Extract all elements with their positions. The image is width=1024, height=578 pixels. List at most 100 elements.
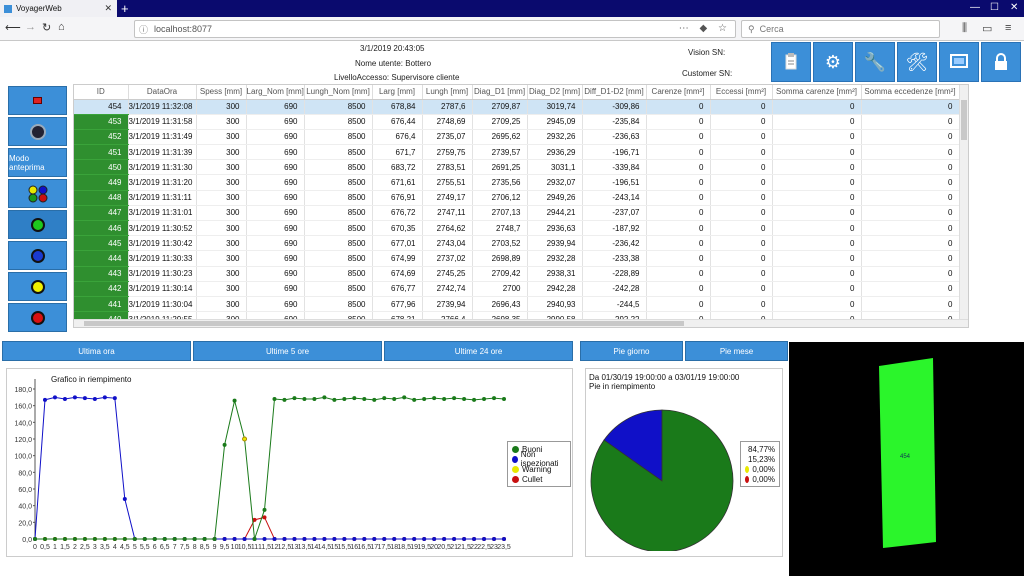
x-tick-label: 7	[173, 544, 177, 551]
y-tick-label: 40,0	[18, 504, 32, 511]
filter-red-button[interactable]	[8, 303, 67, 332]
settings-button[interactable]: ⚙	[813, 42, 853, 82]
table-row[interactable]: 452 3/1/2019 11:31:49 300 690 8500 676,4 2735,…	[74, 129, 968, 146]
tab-close-icon[interactable]: ✕	[104, 3, 112, 14]
all-categories-button[interactable]	[8, 179, 67, 208]
table-cell: 0	[710, 114, 773, 130]
filter-blue-button[interactable]	[8, 241, 67, 270]
close-window-icon[interactable]: ✕	[1010, 2, 1018, 13]
table-cell: 0	[861, 129, 960, 146]
menu-icon[interactable]: ≡	[1005, 22, 1011, 34]
pie-legend-item: 15,23%	[745, 454, 775, 464]
last-5-hours-button[interactable]: Ultime 5 ore	[193, 341, 382, 361]
column-header[interactable]: Larg [mm]	[372, 85, 423, 100]
column-header[interactable]: ID	[74, 85, 129, 100]
filter-yellow-button[interactable]	[8, 272, 67, 301]
tools-button[interactable]: 🛠	[897, 42, 937, 82]
monitor-button[interactable]	[939, 42, 979, 82]
table-cell: 0	[861, 99, 960, 115]
column-header[interactable]: Lungh [mm]	[422, 85, 473, 100]
url-bar[interactable]: ⓘ localhost:8077 ⋯ ◆ ☆	[134, 20, 736, 38]
x-tick-label: 23,5	[497, 544, 511, 551]
forward-icon[interactable]: →	[25, 21, 36, 33]
filter-green-button[interactable]	[8, 210, 67, 239]
stop-button[interactable]	[8, 86, 67, 115]
data-point	[232, 398, 237, 403]
column-header[interactable]: Larg_Nom [mm]	[246, 85, 305, 100]
data-point	[452, 537, 457, 541]
data-point	[442, 537, 447, 541]
report-icon	[785, 53, 797, 70]
data-point	[422, 537, 427, 541]
pie-day-button[interactable]: Pie giorno	[580, 341, 683, 361]
library-icon[interactable]: ⫼	[962, 22, 967, 35]
table-row[interactable]: 446 3/1/2019 11:30:52 300 690 8500 670,35 2764…	[74, 220, 968, 237]
x-tick-label: 13,5	[298, 544, 312, 551]
table-cell: 3/1/2019 11:30:42	[128, 235, 197, 252]
table-cell: 3/1/2019 11:30:04	[128, 296, 197, 313]
last-24-hours-button[interactable]: Ultime 24 ore	[384, 341, 573, 361]
home-icon[interactable]: ⌂	[58, 21, 65, 33]
last-hour-button[interactable]: Ultima ora	[2, 341, 191, 361]
column-header[interactable]: Lungh_Nom [mm]	[304, 85, 373, 100]
table-row[interactable]: 450 3/1/2019 11:31:30 300 690 8500 683,72 2783…	[74, 159, 968, 176]
table-row[interactable]: 445 3/1/2019 11:30:42 300 690 8500 677,01 2743…	[74, 235, 968, 252]
table-row[interactable]: 441 3/1/2019 11:30:04 300 690 8500 677,96 2739…	[74, 296, 968, 313]
column-header[interactable]: Spess [mm]	[196, 85, 247, 100]
column-header[interactable]: Diag_D2 [mm]	[527, 85, 583, 100]
browser-tab[interactable]: VoyagerWeb ✕	[0, 0, 117, 17]
camera-button[interactable]	[8, 117, 67, 146]
column-header[interactable]: Diff_D1-D2 [mm]	[582, 85, 647, 100]
data-point	[252, 537, 257, 541]
data-point	[192, 537, 197, 541]
table-row[interactable]: 449 3/1/2019 11:31:20 300 690 8500 671,61 2755…	[74, 174, 968, 191]
x-tick-label: 11,5	[258, 544, 271, 551]
data-point	[352, 537, 357, 541]
vision-sn-label: Vision SN:	[688, 48, 726, 57]
minimize-icon[interactable]: —	[970, 2, 980, 13]
new-tab-icon[interactable]: +	[121, 1, 129, 16]
maximize-icon[interactable]: ☐	[990, 2, 999, 13]
url-actions-icons[interactable]: ⋯ ◆ ☆	[679, 23, 731, 34]
data-point	[112, 396, 117, 401]
table-row[interactable]: 453 3/1/2019 11:31:58 300 690 8500 676,44 2748…	[74, 114, 968, 130]
header-user: Nome utente: Bottero	[355, 59, 432, 68]
column-header[interactable]: Somma eccedenze [mm²]	[861, 85, 960, 100]
column-header[interactable]: Diag_D1 [mm]	[472, 85, 528, 100]
column-header[interactable]: DataOra	[128, 85, 197, 100]
x-tick-label: 1	[53, 544, 57, 551]
reload-icon[interactable]: ↻	[42, 21, 51, 34]
table-cell: 690	[246, 235, 305, 252]
report-button[interactable]	[771, 42, 811, 82]
pie-date-range: Da 01/30/19 19:00:00 a 03/01/19 19:00:00	[589, 373, 740, 382]
pie-month-button[interactable]: Pie mese	[685, 341, 788, 361]
preview-mode-button[interactable]: Modo anteprima	[8, 148, 67, 177]
data-point	[222, 537, 227, 541]
table-cell: 300	[196, 296, 247, 313]
table-cell: 2942,28	[527, 281, 583, 297]
data-point	[352, 396, 357, 401]
table-cell: 2944,21	[527, 205, 583, 222]
table-cell: 0	[646, 114, 711, 130]
data-point	[62, 537, 67, 541]
column-header[interactable]: Somma carenze [mm²]	[772, 85, 862, 100]
sidebar-icon[interactable]: ▭	[982, 22, 992, 35]
table-horizontal-scrollbar[interactable]	[74, 319, 968, 327]
search-input[interactable]: ⚲ Cerca	[741, 20, 940, 38]
back-icon[interactable]: ⟵	[5, 21, 21, 34]
table-row[interactable]: 454 3/1/2019 11:32:08 300 690 8500 678,84 2787…	[74, 99, 968, 115]
table-row[interactable]: 447 3/1/2019 11:31:01 300 690 8500 676,72 2747…	[74, 205, 968, 222]
table-cell: 0	[646, 190, 711, 206]
table-row[interactable]: 444 3/1/2019 11:30:33 300 690 8500 674,99 2737…	[74, 250, 968, 267]
column-header[interactable]: Eccessi [mm²]	[710, 85, 773, 100]
table-row[interactable]: 448 3/1/2019 11:31:11 300 690 8500 676,91 2749…	[74, 190, 968, 206]
table-row[interactable]: 442 3/1/2019 11:30:14 300 690 8500 676,77 2742…	[74, 281, 968, 297]
search-tool-button[interactable]: 🔧	[855, 42, 895, 82]
lock-button[interactable]	[981, 42, 1021, 82]
table-vertical-scrollbar[interactable]	[959, 85, 968, 327]
table-row[interactable]: 443 3/1/2019 11:30:23 300 690 8500 674,69 2745…	[74, 266, 968, 282]
table-row[interactable]: 451 3/1/2019 11:31:39 300 690 8500 671,7 2759,…	[74, 144, 968, 161]
data-point	[502, 537, 506, 541]
column-header[interactable]: Carenze [mm²]	[646, 85, 711, 100]
row-id-cell: 453	[74, 114, 129, 130]
